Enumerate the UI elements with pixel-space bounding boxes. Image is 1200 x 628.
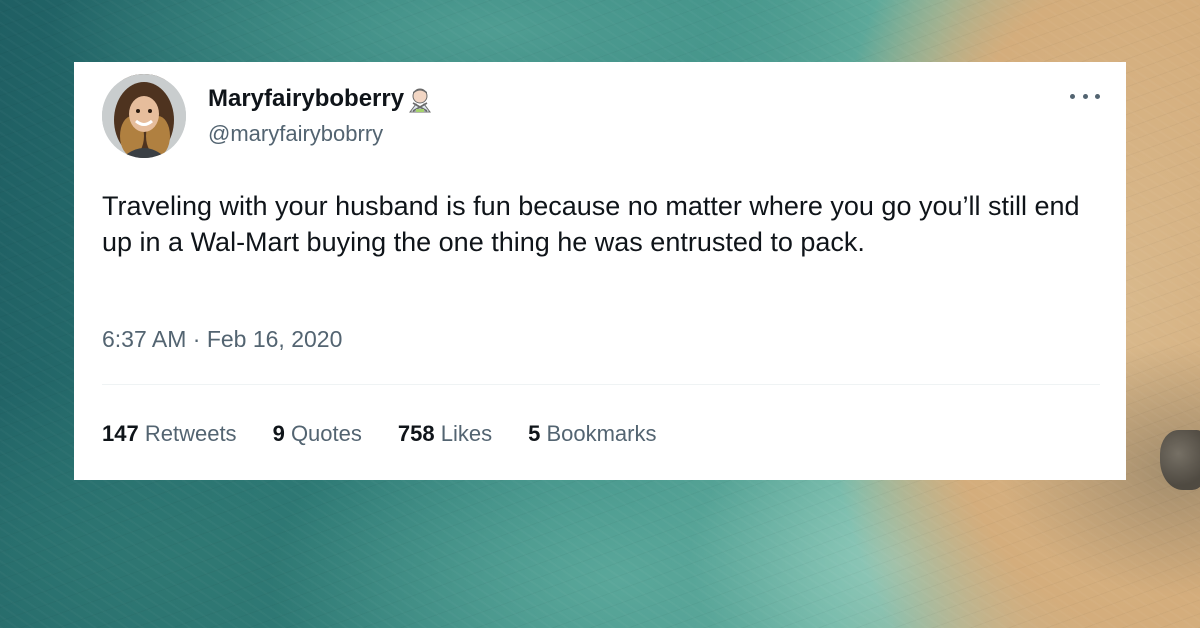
author-name[interactable]: Maryfairyboberry [208,84,404,114]
bookmarks-label: Bookmarks [546,421,657,446]
quotes-count: 9 [272,421,285,446]
man-gesturing-no-emoji-icon [406,85,434,113]
more-options-button[interactable] [1070,86,1100,106]
tweet-timestamp[interactable]: 6:37 AM · Feb 16, 2020 [102,324,342,354]
background-rock [1160,430,1200,490]
bookmarks-count: 5 [528,421,541,446]
likes-count: 758 [397,421,435,446]
quotes-label: Quotes [290,421,362,446]
quotes-stat[interactable]: 9 Quotes [273,419,362,449]
more-dots-icon [1095,93,1100,99]
retweets-label: Retweets [144,421,237,446]
author-handle[interactable]: @maryfairybobrry [208,120,383,148]
author-name-row[interactable]: Maryfairyboberry [208,84,434,114]
avatar[interactable] [102,74,186,158]
likes-label: Likes [440,421,493,446]
likes-stat[interactable]: 758 Likes [398,419,492,449]
divider [102,384,1100,385]
retweets-count: 147 [102,421,139,446]
more-dots-icon [1082,93,1088,99]
tweet-stats: 147 Retweets 9 Quotes 758 Likes 5 Bookma… [102,419,693,449]
retweets-stat[interactable]: 147 Retweets [102,419,237,449]
more-dots-icon [1070,93,1075,99]
tweet-card: Maryfairyboberry @maryfairybobrry Travel… [74,62,1126,480]
bookmarks-stat[interactable]: 5 Bookmarks [528,419,656,449]
tweet-text: Traveling with your husband is fun becau… [102,191,1080,257]
